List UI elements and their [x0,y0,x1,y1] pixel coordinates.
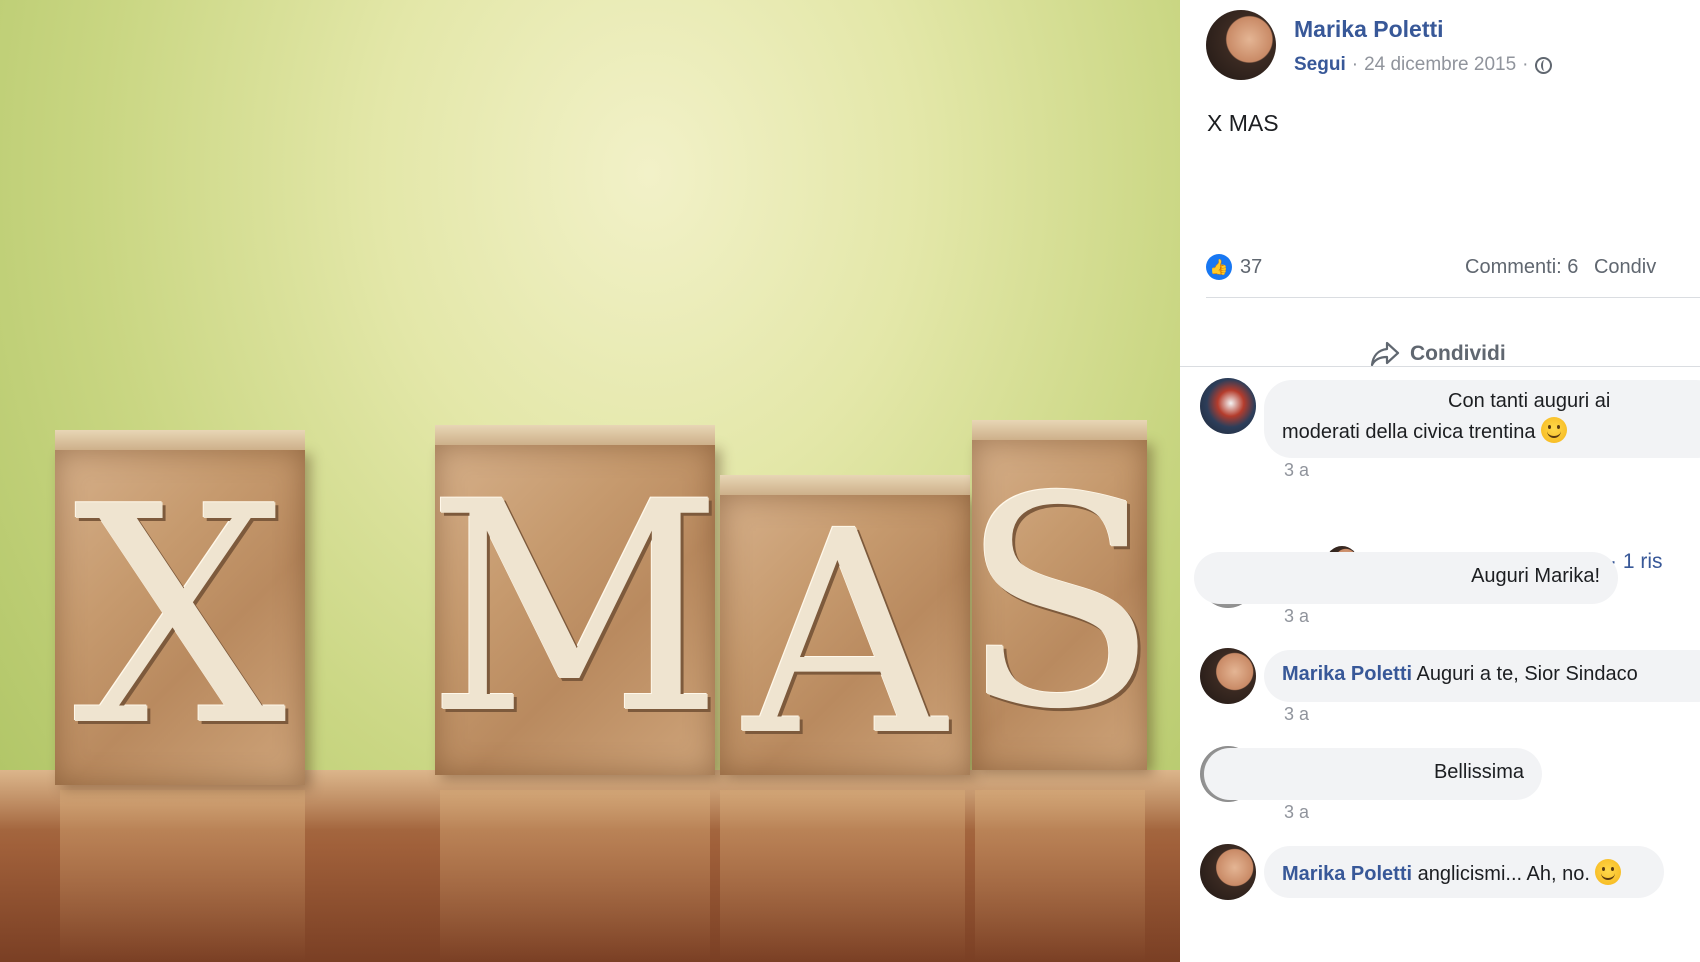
author-avatar[interactable] [1206,10,1276,80]
comments-count-link[interactable]: Commenti: 6 [1465,256,1578,278]
like-icon: 👍 [1206,254,1232,280]
comment-bubble: Bellissima [1204,748,1542,800]
share-icon [1370,341,1400,367]
type-block-a: A [720,472,970,798]
globe-icon[interactable] [1534,56,1552,74]
photo-viewer: X M A S Marika Poletti Segui · 24 dicemb… [0,0,1700,962]
meta-separator: · [1351,54,1359,75]
comment-time[interactable]: 3 a [1284,606,1309,627]
share-button[interactable]: Condividi [1370,340,1506,368]
wink-emoji [1595,859,1622,885]
comment-author[interactable]: Marika Poletti [1282,663,1412,685]
reflection-m [440,790,710,962]
reflection-a [720,790,965,962]
comment-text: Auguri Marika! [1471,565,1600,587]
meta-separator: · [1522,54,1529,75]
letter-a: A [743,472,947,798]
comment-bubble: Con tanti auguri ai moderati della civic… [1264,380,1700,458]
commenter-avatar[interactable] [1200,378,1256,434]
post-text: X MAS [1207,110,1279,136]
divider [1206,297,1700,298]
commenter-avatar[interactable] [1200,648,1256,704]
letter-x: X [73,442,287,792]
comment-text: anglicismi... Ah, no. [1417,863,1590,885]
shares-count-link[interactable]: Condiv [1594,256,1656,278]
type-block-m: M [426,425,724,778]
share-button-label: Condividi [1410,342,1506,365]
post-meta: Segui · 24 dicembre 2015 · [1294,54,1552,76]
comment-text: Auguri a te, Sior Sindaco [1416,663,1638,685]
comment-time[interactable]: 3 a [1284,704,1309,725]
comment-text: Bellissima [1433,761,1524,783]
comment-time[interactable]: 3 a [1284,460,1309,481]
follow-link[interactable]: Segui [1294,54,1346,76]
divider [1180,366,1700,367]
comment-bubble: Marika Poletti Auguri a te, Sior Sindaco [1264,650,1700,702]
comment-bubble: Marika Poletti anglicismi... Ah, no. [1264,846,1664,898]
type-block-x: X [55,430,305,792]
letter-s: S [960,436,1159,773]
commenter-avatar[interactable] [1200,844,1256,900]
comment-bubble: Auguri Marika! [1194,552,1618,604]
reflection-x [60,790,305,962]
letter-m: M [426,441,724,778]
post-date[interactable]: 24 dicembre 2015 [1364,54,1516,76]
post-photo[interactable]: X M A S [0,0,1180,962]
post-side-panel: Marika Poletti Segui · 24 dicembre 2015 … [1180,0,1700,962]
comment-time[interactable]: 3 a [1284,802,1309,823]
comment-text: Con tanti auguri ai [1448,390,1611,412]
reflection-s [975,790,1145,962]
reactions-summary[interactable]: 👍 37 [1206,254,1262,280]
engagement-counts: Commenti: 6 Condiv [1465,256,1656,279]
comment-text-line: moderati della civica trentina [1282,417,1700,444]
post-author-name[interactable]: Marika Poletti [1294,16,1444,43]
type-block-s: S [960,420,1159,773]
comment-text: moderati della civica trentina [1282,421,1536,443]
smile-emoji [1541,417,1568,443]
like-count: 37 [1240,255,1263,278]
comment-author[interactable]: Marika Poletti [1282,863,1412,885]
